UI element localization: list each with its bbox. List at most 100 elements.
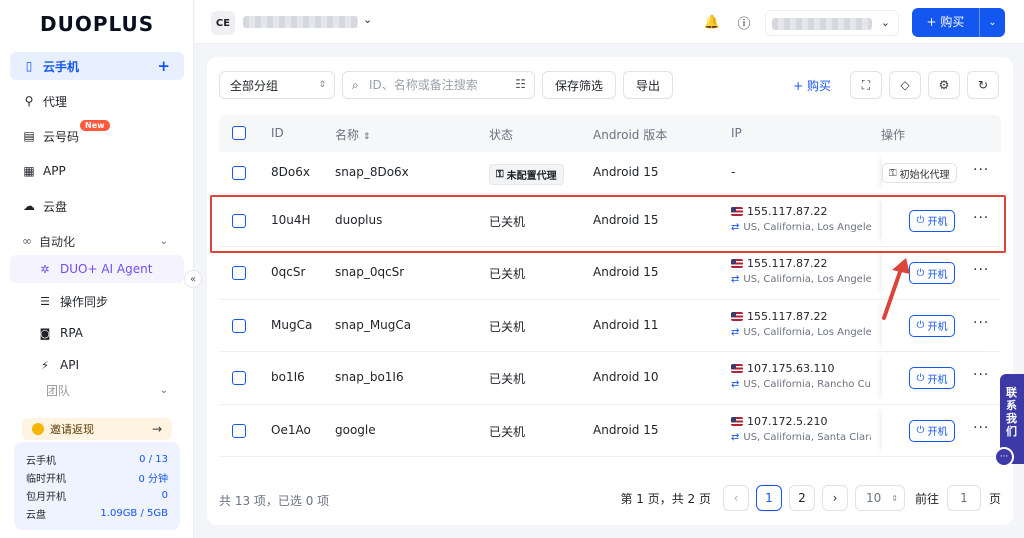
status-text: 已关机 (489, 372, 526, 387)
contact-label: 联系我们 (1006, 386, 1017, 438)
sidebar-item-cloud-drive[interactable]: ☁ 云盘 (10, 192, 184, 220)
sidebar-item-api[interactable]: ⚡ API (10, 351, 184, 379)
sidebar-item-label: 云手机 (43, 59, 80, 74)
buy-button-main[interactable]: + 购买 (912, 8, 980, 37)
next-page-button[interactable]: › (821, 485, 848, 511)
more-icon[interactable]: ··· (973, 315, 989, 331)
sort-icon: ⇕ (362, 132, 371, 142)
sidebar-item-sync[interactable]: ☰ 操作同步 (10, 287, 184, 315)
sidebar-item-proxy[interactable]: ⚲ 代理 (10, 87, 184, 115)
more-icon[interactable]: ··· (973, 162, 989, 178)
ip-location: US, California, Los Angeles (743, 326, 871, 338)
android-version: Android 10 (593, 370, 659, 385)
row-checkbox[interactable] (232, 318, 246, 333)
row-checkbox[interactable] (232, 213, 246, 228)
more-icon[interactable]: ··· (973, 210, 989, 226)
row-checkbox[interactable] (232, 166, 246, 180)
page-button[interactable]: 2 (788, 485, 815, 511)
device-name[interactable]: google (335, 423, 376, 437)
ip-location: US, California, Rancho Cucamonga (743, 379, 871, 391)
chevron-down-icon[interactable]: ⌄ (363, 13, 372, 26)
bell-icon[interactable]: 🔔 (702, 12, 722, 32)
column-id[interactable]: ID (271, 126, 284, 140)
sidebar-group-label: 团队 (46, 383, 71, 398)
chevron-down-icon[interactable]: ⌄ (980, 17, 1005, 28)
power-on-label: 开机 (927, 217, 948, 228)
help-icon[interactable]: ⓘ (734, 12, 754, 32)
chat-icon[interactable]: ··· (994, 447, 1014, 467)
table-row[interactable]: bo1I6 snap_bo1I6 已关机 Android 10 107.175.63.… (219, 352, 1001, 405)
sidebar-group-automation[interactable]: ∞ 自动化 ⌄ (10, 227, 184, 255)
robot-icon: ◙ (39, 326, 51, 340)
promo-label: 邀请返现 (50, 423, 94, 436)
brand-logo[interactable]: DUOPLUS (40, 12, 154, 36)
annotation-arrow (882, 258, 910, 320)
pagination: 第 1 页，共 2 页 ‹ 1 2 › 10 ⇕ 前往 1 页 (620, 485, 1001, 511)
ip-location: US, California, Los Angeles (743, 274, 871, 286)
column-name-label: 名称 (335, 128, 360, 142)
device-name[interactable]: snap_bo1I6 (335, 370, 404, 384)
table-row[interactable]: 8Do6x snap_8Do6x ⚿ 未配置代理 Android 15- ⚿ 初始化代理 ··… (219, 152, 1001, 194)
device-name[interactable]: snap_MugCa (335, 318, 411, 332)
scan-icon[interactable]: ⛶ (850, 71, 882, 99)
device-name[interactable]: duoplus (335, 213, 382, 227)
search-box[interactable]: ⌕ ☷ (342, 71, 535, 99)
device-name[interactable]: snap_8Do6x (335, 165, 409, 179)
sidebar-group-team[interactable]: 团队 ⌄ (10, 383, 184, 398)
column-name[interactable]: 名称 ⇕ (335, 126, 370, 143)
sidebar-item-cloud-number[interactable]: ▤ 云号码 New (10, 120, 184, 150)
table-row[interactable]: 10u4H duoplus 已关机 Android 15 155.117.87.22 … (219, 194, 1001, 247)
page-size-select[interactable]: 10 ⇕ (854, 485, 905, 511)
select-all-checkbox[interactable] (232, 126, 246, 140)
refresh-icon[interactable]: ↻ (967, 71, 999, 99)
power-on-button[interactable]: ⏻ 开机 (909, 419, 955, 442)
search-icon: ⌕ (352, 78, 359, 92)
more-icon[interactable]: ··· (973, 262, 989, 278)
page-button[interactable]: 1 (755, 485, 782, 511)
row-checkbox[interactable] (232, 423, 246, 438)
filter-sliders-icon[interactable]: ☷ (515, 77, 526, 91)
more-icon[interactable]: ··· (973, 367, 989, 383)
settings-sliders-icon[interactable]: ⚙ (928, 71, 960, 99)
sync-icon: ⇄ (731, 379, 740, 391)
buy-link[interactable]: + 购买 (793, 77, 831, 94)
ip-address: - (731, 165, 736, 179)
invite-promo[interactable]: 邀请返现 → (22, 418, 172, 440)
column-status: 状态 (489, 128, 514, 142)
prev-page-button[interactable]: ‹ (722, 485, 749, 511)
workspace-avatar[interactable]: CE (211, 11, 235, 35)
workspace-name-redacted[interactable] (243, 16, 358, 28)
init-proxy-button[interactable]: ⚿ 初始化代理 (882, 163, 957, 183)
buy-button[interactable]: + 购买 ⌄ (912, 8, 1005, 37)
sidebar-group-label: 自动化 (39, 234, 76, 249)
more-icon[interactable]: ··· (973, 420, 989, 436)
export-button[interactable]: 导出 (623, 71, 674, 99)
stat-value: 1.09GB / 5GB (100, 507, 168, 519)
sidebar-item-ai-agent[interactable]: ✲ DUO+ AI Agent (10, 255, 184, 283)
filter-bar: 全部分组 ⇕ ⌕ ☷ 保存筛选 导出 (219, 71, 674, 99)
table-row[interactable]: Oe1Ao google 已关机 Android 15 107.172.5.210 ⇄… (219, 404, 1001, 458)
save-filter-button[interactable]: 保存筛选 (542, 71, 617, 99)
buy-button-label: 购买 (940, 15, 965, 29)
chevron-down-icon: ⌄ (159, 235, 168, 247)
page-size-value: 10 (865, 491, 882, 505)
goto-page-input[interactable]: 1 (946, 485, 981, 511)
android-version: Android 15 (593, 165, 659, 179)
user-menu[interactable]: ⌄ (765, 10, 899, 36)
device-name[interactable]: snap_0qcSr (335, 265, 404, 279)
power-on-button[interactable]: ⏻ 开机 (909, 209, 955, 232)
number-icon: ▤ (23, 129, 35, 143)
sidebar-item-rpa[interactable]: ◙ RPA (10, 319, 184, 347)
table-header: ID 名称 ⇕ 状态 Android 版本 IP 操作 (219, 115, 1001, 152)
row-checkbox[interactable] (232, 266, 246, 281)
table-footer: 共 13 项，已选 0 项 第 1 页，共 2 页 ‹ 1 2 › 10 ⇕ 前往… (219, 485, 1001, 515)
row-checkbox[interactable] (232, 371, 246, 386)
sidebar-item-app[interactable]: ▦ APP (10, 157, 184, 185)
sidebar-item-cloud-phone[interactable]: ▯ 云手机 + (10, 52, 184, 80)
collapse-sidebar-button[interactable]: « (184, 270, 202, 288)
add-icon[interactable]: + (157, 57, 170, 75)
search-input[interactable] (369, 78, 509, 92)
power-on-button[interactable]: ⏻ 开机 (909, 367, 955, 390)
group-select[interactable]: 全部分组 ⇕ (219, 71, 335, 99)
tag-icon[interactable]: ◇ (889, 71, 921, 99)
